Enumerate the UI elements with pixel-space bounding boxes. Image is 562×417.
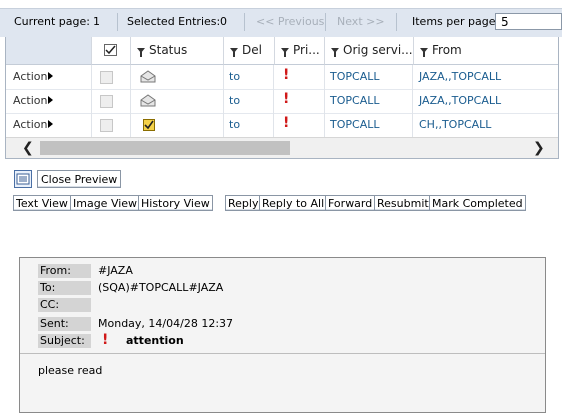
- mark-completed-button[interactable]: Mark Completed: [429, 195, 526, 211]
- subject-value: attention: [126, 334, 184, 347]
- action-label: Action: [13, 70, 48, 83]
- action-menu[interactable]: Action: [6, 113, 92, 137]
- from-label: From:: [38, 264, 91, 278]
- message-body-text: please read: [38, 364, 103, 377]
- close-preview-button[interactable]: Close Preview: [37, 170, 122, 188]
- previous-page-button[interactable]: << Previous: [256, 15, 324, 28]
- exclamation-icon: !: [283, 115, 290, 131]
- del-cell: to: [224, 65, 274, 89]
- items-per-page-label: Items per page:: [412, 15, 500, 28]
- current-page-label: Current page:: [14, 15, 90, 28]
- filter-icon[interactable]: [230, 48, 238, 57]
- priority-cell: !: [275, 65, 325, 89]
- header-status[interactable]: Status: [131, 37, 224, 65]
- text-view-button[interactable]: Text View: [13, 195, 71, 211]
- row-select-cell[interactable]: [92, 65, 131, 89]
- subject-label: Subject:: [38, 334, 91, 348]
- message-preview: From: #JAZA To: (SQA)#TOPCALL#JAZA CC: S…: [19, 257, 546, 413]
- selected-entries-value: 0: [220, 15, 227, 28]
- del-cell: to: [224, 113, 274, 137]
- message-grid: Status Del Pri... Orig servi... From Act…: [5, 37, 559, 159]
- exclamation-icon: !: [283, 67, 290, 83]
- toolbar-divider: [117, 13, 118, 31]
- header-orig-service[interactable]: Orig servi...: [325, 37, 414, 65]
- header-select-column[interactable]: [92, 37, 131, 65]
- exclamation-icon: !: [283, 91, 290, 107]
- header-from[interactable]: From: [414, 37, 558, 65]
- header-action-column: [6, 37, 92, 65]
- history-view-button[interactable]: History View: [138, 195, 213, 211]
- cc-label: CC:: [38, 298, 91, 312]
- priority-cell: !: [275, 89, 325, 113]
- orig-service-cell: TOPCALL: [325, 65, 413, 89]
- forward-button[interactable]: Forward: [325, 195, 376, 211]
- checkmark-status-icon: [143, 119, 155, 131]
- table-row[interactable]: Action to ! TOPCALL JAZA,,TOPCALL: [6, 89, 558, 114]
- scroll-left-icon[interactable]: ❮: [22, 140, 34, 156]
- to-label: To:: [38, 281, 91, 295]
- orig-service-cell: TOPCALL: [325, 89, 413, 113]
- reply-button[interactable]: Reply: [225, 195, 262, 211]
- pagination-toolbar: Current page: 1 Selected Entries: 0 << P…: [0, 8, 562, 37]
- header-orig-service-label: Orig servi...: [343, 43, 413, 57]
- status-cell: [131, 65, 224, 89]
- action-menu[interactable]: Action: [6, 89, 92, 113]
- envelope-open-icon: [140, 94, 156, 107]
- toolbar-divider: [396, 13, 397, 31]
- row-select-cell[interactable]: [92, 113, 131, 137]
- envelope-open-icon: [140, 70, 156, 83]
- image-view-button[interactable]: Image View: [70, 195, 141, 211]
- filter-icon[interactable]: [420, 48, 428, 57]
- priority-cell: !: [275, 113, 325, 137]
- triangle-right-icon: [48, 120, 54, 128]
- action-label: Action: [13, 94, 48, 107]
- row-checkbox[interactable]: [100, 95, 113, 108]
- table-row[interactable]: Action to ! TOPCALL CH,,TOPCALL: [6, 113, 558, 138]
- selected-entries-label: Selected Entries:: [127, 15, 221, 28]
- action-label: Action: [13, 118, 48, 131]
- orig-service-cell: TOPCALL: [325, 113, 413, 137]
- horizontal-scrollbar[interactable]: ❮ ❯: [6, 137, 558, 158]
- triangle-right-icon: [48, 96, 54, 104]
- row-checkbox[interactable]: [100, 119, 113, 132]
- from-value: #JAZA: [98, 264, 133, 277]
- filter-icon[interactable]: [281, 48, 289, 57]
- sent-label: Sent:: [38, 317, 91, 331]
- message-body: please read: [20, 354, 545, 412]
- resubmit-button[interactable]: Resubmit: [374, 195, 432, 211]
- toolbar-divider: [244, 13, 245, 31]
- triangle-right-icon: [48, 72, 54, 80]
- to-value: (SQA)#TOPCALL#JAZA: [98, 281, 224, 294]
- scroll-right-icon[interactable]: ❯: [533, 140, 545, 156]
- current-page-value: 1: [93, 15, 100, 28]
- sent-value: Monday, 14/04/28 12:37: [98, 317, 234, 330]
- scrollbar-thumb[interactable]: [40, 141, 290, 155]
- from-cell: JAZA,,TOPCALL: [419, 94, 502, 107]
- status-cell: [131, 89, 224, 113]
- action-menu[interactable]: Action: [6, 65, 92, 89]
- preview-pane-icon[interactable]: [14, 170, 32, 188]
- filter-icon[interactable]: [137, 48, 145, 57]
- exclamation-icon: !: [102, 332, 109, 348]
- next-page-button[interactable]: Next >>: [337, 15, 385, 28]
- row-select-cell[interactable]: [92, 89, 131, 113]
- header-del[interactable]: Del: [224, 37, 275, 65]
- status-cell: [131, 113, 224, 137]
- table-row[interactable]: Action to ! TOPCALL JAZA,,TOPCALL: [6, 65, 558, 90]
- header-priority[interactable]: Pri...: [275, 37, 325, 65]
- del-cell: to: [224, 89, 274, 113]
- checkmark-column-icon: [104, 44, 117, 56]
- row-checkbox[interactable]: [100, 71, 113, 84]
- message-header: From: #JAZA To: (SQA)#TOPCALL#JAZA CC: S…: [20, 258, 545, 354]
- toolbar-divider: [325, 13, 326, 31]
- header-status-label: Status: [149, 43, 188, 57]
- header-priority-label: Pri...: [293, 43, 320, 57]
- header-del-label: Del: [242, 43, 262, 57]
- filter-icon[interactable]: [331, 48, 339, 57]
- header-from-label: From: [432, 43, 462, 57]
- from-cell: JAZA,,TOPCALL: [419, 70, 502, 83]
- reply-all-button[interactable]: Reply to All: [259, 195, 328, 211]
- items-per-page-input[interactable]: 5: [495, 13, 562, 30]
- from-cell: CH,,TOPCALL: [419, 118, 492, 131]
